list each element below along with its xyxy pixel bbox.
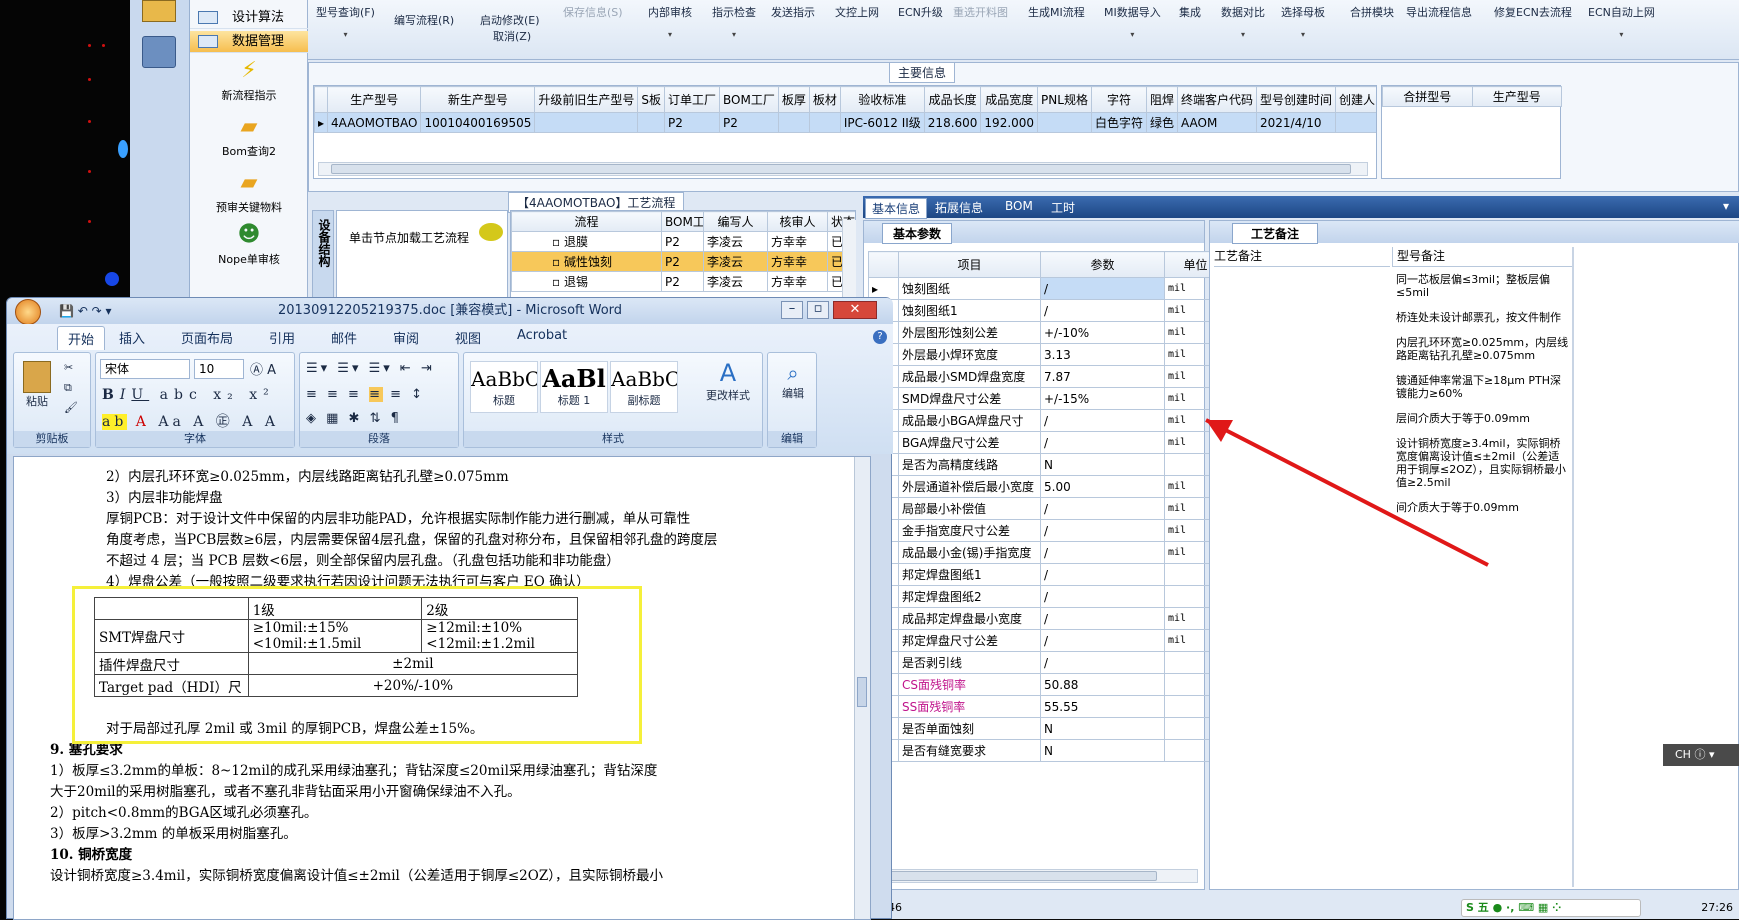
shortcut-label: 预审关键物料	[216, 201, 282, 214]
desktop-blue-dot	[105, 272, 119, 286]
style-heading1[interactable]: AaBl 标题 1	[540, 361, 608, 413]
shortcut-key-material[interactable]: ▰ 预审关键物料	[190, 170, 308, 215]
doc-line: 厚铜PCB：对于设计文件中保留的内层非功能PAD，允许根据实际制作能力进行删减，…	[106, 511, 691, 527]
doc-line: 2）pitch<0.8mm的BGA区域孔必须塞孔。	[50, 805, 318, 821]
folder-icon: ▰	[240, 114, 258, 139]
doc-line: 3）板厚>3.2mm 的单板采用树脂塞孔。	[50, 826, 297, 842]
style-preview: AaBl	[542, 364, 606, 392]
shortcut-label: Bom查询2	[222, 145, 276, 158]
tab-2[interactable]: 页面布局	[181, 328, 233, 347]
shortcut-nope-review[interactable]: ☻ Nope单审核	[190, 222, 308, 267]
shading-border-icons[interactable]: ◈ ▦ ✱ ⇅ ¶	[306, 411, 402, 426]
word-titlebar: 20130912205219375.doc [兼容模式] - Microsoft…	[7, 298, 893, 325]
styles-icon: A	[719, 359, 737, 387]
tab-4[interactable]: 邮件	[331, 328, 357, 347]
status-bar: 0.0.46 S 五 ● ·, ⌨ ▦ ⁘ 27:26	[863, 896, 1739, 919]
close-icon[interactable]: ✕	[833, 301, 877, 319]
change-styles-button[interactable]: A 更改样式	[700, 359, 756, 403]
style-label: 标题 1	[557, 394, 591, 407]
factory-icon[interactable]	[142, 0, 176, 22]
paragraph-group: ☰▾ ☰▾ ☰▾ ⇤ ⇥ ≡ ≡ ≡ ≡ ≡ ↕ ◈ ▦ ✱ ⇅ ¶ 段落	[299, 352, 459, 448]
style-subtitle[interactable]: AaBbC 副标题	[610, 361, 678, 413]
doc-line: 3）内层非功能焊盘	[106, 490, 223, 506]
tab-6[interactable]: 视图	[455, 328, 481, 347]
clock-text: 27:26	[1701, 901, 1733, 914]
table-icon	[198, 11, 218, 24]
cut-icon[interactable]: ✂	[64, 361, 73, 374]
word-title: 20130912205219375.doc [兼容模式] - Microsoft…	[277, 303, 623, 318]
quick-access-icons[interactable]: 💾 ↶ ↷ ▾	[59, 298, 112, 324]
tab-5[interactable]: 审阅	[393, 328, 419, 347]
tab-0[interactable]: 开始	[57, 326, 106, 350]
group-label: 字体	[96, 431, 294, 447]
document-vertical-scrollbar[interactable]	[854, 457, 870, 919]
change-styles-label: 更改样式	[706, 389, 750, 402]
doc-line: 2）内层孔环环宽≥0.025mm，内层线路距离钻孔孔壁≥0.075mm	[106, 469, 509, 485]
editing-button[interactable]: ⌕ 编辑	[772, 361, 814, 401]
shortcut-label: Nope单审核	[218, 253, 280, 266]
doc-line: 角度考虑，当PCB层数≥6层，内层需要保留4层孔盘，保留的孔盘对称分布，且保留相…	[106, 532, 718, 548]
office-button-icon[interactable]	[15, 299, 41, 325]
shortcut-new-flow[interactable]: ⚡ 新流程指示	[190, 58, 308, 103]
style-preview: AaBbC	[611, 367, 677, 391]
tab-1[interactable]: 插入	[119, 328, 145, 347]
doc-line: 不超过 4 层；当 PCB 层数<6层，则全部保留内层孔盘。（孔盘包括功能和非功…	[106, 553, 620, 569]
tab-7[interactable]: Acrobat	[517, 328, 567, 343]
shortcut-label: 新流程指示	[221, 89, 277, 102]
copy-icon[interactable]: ⧉	[64, 381, 72, 395]
word-ribbon: 开始 插入 页面布局 引用 邮件 审阅 视图 Acrobat 粘贴 ✂ ⧉ 🖌 剪贴板 宋体 …	[7, 324, 893, 454]
doc-line: 大于20mil的采用树脂塞孔，或者不塞孔非背钻面采用小开窗确保绿油不入孔。	[50, 784, 521, 800]
style-label: 副标题	[627, 394, 661, 407]
lightning-icon: ⚡	[241, 58, 257, 83]
nav-item-label: 设计算法	[232, 10, 285, 25]
highlight-color-icons[interactable]: ab A Aa A ㊣ A A	[102, 411, 279, 431]
alignment-icons[interactable]: ≡ ≡ ≡ ≡ ≡ ↕	[306, 387, 425, 402]
doc-heading: 10. 铜桥宽度	[50, 847, 133, 863]
bold-italic-underline-icons[interactable]: BIU abc x₂ x²	[102, 387, 275, 403]
group-label: 剪贴板	[14, 431, 90, 447]
list-icons[interactable]: ☰▾ ☰▾ ☰▾ ⇤ ⇥	[306, 361, 435, 376]
shortcut-bom-query[interactable]: ▰ Bom查询2	[190, 114, 308, 159]
style-label: 标题	[493, 394, 515, 407]
doc-line: 设计铜桥宽度≥3.4mil，实际铜桥宽度偏离设计值≤±2mil（公差适用于铜厚≤…	[50, 868, 663, 884]
minimize-icon[interactable]: –	[781, 301, 803, 319]
font-name-select[interactable]: 宋体	[100, 359, 190, 379]
table-icon	[198, 35, 218, 48]
format-painter-icon[interactable]: 🖌	[64, 401, 78, 414]
style-preview: AaBbC	[471, 367, 537, 391]
font-case-icons[interactable]: Ⓐ A	[250, 359, 276, 378]
nav-item-design-algorithm[interactable]: 设计算法	[190, 7, 308, 29]
group-label: 段落	[300, 431, 458, 447]
paste-label: 粘贴	[26, 395, 48, 408]
clipboard-icon	[23, 361, 51, 393]
ime-label: CH	[1675, 748, 1691, 761]
font-group: 宋体 10 Ⓐ A BIU abc x₂ x² ab A Aa A ㊣ A A …	[95, 352, 295, 448]
group-label: 样式	[464, 431, 762, 447]
scrollbar-thumb[interactable]	[857, 677, 867, 707]
module-sidebar	[130, 0, 190, 300]
nav-item-label: 数据管理	[232, 34, 285, 49]
group-label: 编辑	[768, 431, 816, 447]
editing-group: ⌕ 编辑 编辑	[767, 352, 817, 448]
styles-group: AaBbC 标题 AaBl 标题 1 AaBbC 副标题 A 更改样式 样式	[463, 352, 763, 448]
clipboard-group: 粘贴 ✂ ⧉ 🖌 剪贴板	[13, 352, 91, 448]
editing-label: 编辑	[782, 387, 804, 400]
tab-3[interactable]: 引用	[269, 328, 295, 347]
maximize-icon[interactable]: ▫	[807, 301, 829, 319]
style-title[interactable]: AaBbC 标题	[470, 361, 538, 413]
paste-button[interactable]: 粘贴	[20, 361, 54, 409]
ime-indicator[interactable]: CH ⓘ ▾	[1663, 744, 1739, 766]
help-icon[interactable]: ?	[873, 330, 887, 344]
desktop-blue-dot-2	[118, 140, 128, 158]
folder-icon: ▰	[240, 170, 258, 195]
calculator-icon[interactable]	[142, 36, 176, 68]
user-icon: ☻	[237, 222, 261, 247]
input-method-bar[interactable]: S 五 ● ·, ⌨ ▦ ⁘	[1461, 899, 1641, 917]
doc-line: 1）板厚≤3.2mm的单板：8~12mil的成孔采用绿油塞孔；背钻深度≤20mi…	[50, 763, 658, 779]
font-size-select[interactable]: 10	[194, 359, 244, 379]
nav-item-data-management[interactable]: 数据管理	[190, 31, 308, 53]
highlight-box	[72, 586, 642, 744]
binoculars-icon: ⌕	[787, 361, 799, 385]
nav-panel: 设计算法 数据管理 ⚡ 新流程指示 ▰ Bom查询2 ▰ 预审关键物料 ☻ Nope单审…	[190, 0, 308, 300]
